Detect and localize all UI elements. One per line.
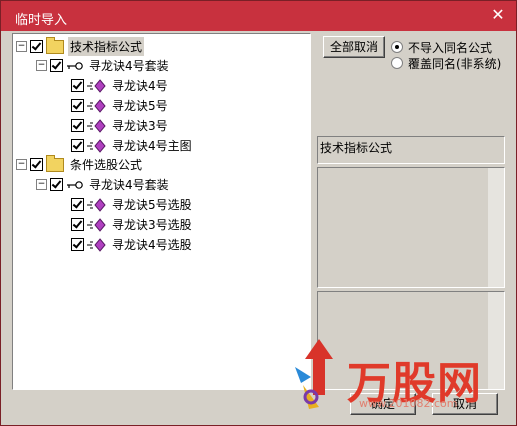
tree-node-label: 技术指标公式 [68, 37, 145, 56]
collapse-icon[interactable]: − [36, 60, 47, 71]
tree-node-label: 寻龙诀4号套装 [89, 59, 169, 73]
description-box[interactable] [317, 167, 505, 288]
tree-node-label: 寻龙诀5号 [112, 99, 168, 113]
tree-checkbox[interactable] [71, 79, 84, 92]
tree-node-formula[interactable]: 寻龙诀4号选股 [71, 235, 194, 254]
tree-checkbox[interactable] [71, 238, 84, 251]
key-icon [67, 180, 83, 189]
tree-checkbox[interactable] [30, 40, 43, 53]
tree-checkbox[interactable] [50, 178, 63, 191]
formula-icon [87, 78, 106, 93]
formula-icon [87, 138, 106, 153]
tree-node-label: 寻龙诀4号套装 [89, 178, 169, 192]
radio-button[interactable] [391, 41, 403, 53]
radio-button[interactable] [391, 57, 403, 69]
tree-checkbox[interactable] [71, 139, 84, 152]
tree-node-formula[interactable]: 寻龙诀4号主图 [71, 136, 194, 155]
tree-checkbox[interactable] [30, 158, 43, 171]
title-bar[interactable]: 临时导入 ✕ [1, 1, 516, 31]
key-icon [67, 61, 83, 70]
option-label: 覆盖同名(非系统) [408, 56, 502, 71]
formula-icon [87, 217, 106, 232]
cancel-button[interactable]: 取消 [432, 393, 498, 415]
window-title: 临时导入 [15, 13, 68, 28]
scrollbar[interactable] [488, 168, 504, 287]
tree-node-folder[interactable]: − 技术指标公式 [16, 36, 145, 56]
formula-icon [87, 237, 106, 252]
tree-node-label: 寻龙诀4号主图 [112, 139, 192, 153]
tree-checkbox[interactable] [71, 119, 84, 132]
tree-node-label: 条件选股公式 [70, 158, 143, 172]
tree-node-formula[interactable]: 寻龙诀3号选股 [71, 215, 194, 234]
option-skip-duplicates[interactable]: 不导入同名公式 [391, 39, 492, 55]
ok-button[interactable]: 确定 [350, 393, 416, 415]
category-label: 技术指标公式 [320, 141, 393, 155]
formula-icon [87, 197, 106, 212]
tree-checkbox[interactable] [71, 198, 84, 211]
tree-node-label: 寻龙诀5号选股 [112, 198, 192, 212]
tree-node-label: 寻龙诀4号 [112, 79, 168, 93]
tree-checkbox[interactable] [71, 99, 84, 112]
collapse-icon[interactable]: − [16, 159, 27, 170]
tree-node-package[interactable]: − 寻龙诀4号套装 [36, 56, 171, 75]
close-icon[interactable]: ✕ [490, 7, 506, 23]
collapse-icon[interactable]: − [36, 179, 47, 190]
tree-node-label: 寻龙诀3号 [112, 119, 168, 133]
formula-icon [87, 118, 106, 133]
formula-icon [87, 98, 106, 113]
scrollbar[interactable] [488, 292, 504, 389]
cancel-all-button[interactable]: 全部取消 [323, 36, 385, 58]
folder-icon [46, 36, 64, 54]
category-label-box: 技术指标公式 [317, 136, 505, 164]
import-dialog: 临时导入 ✕ − 技术指标公式 − 寻龙诀4号套装 寻龙诀4号 寻龙诀5号 寻龙… [0, 0, 517, 426]
preview-box[interactable] [317, 291, 505, 390]
option-overwrite-duplicates[interactable]: 覆盖同名(非系统) [391, 55, 501, 71]
tree-checkbox[interactable] [71, 218, 84, 231]
tree-node-package[interactable]: − 寻龙诀4号套装 [36, 175, 171, 194]
collapse-icon[interactable]: − [16, 41, 27, 52]
formula-tree[interactable]: − 技术指标公式 − 寻龙诀4号套装 寻龙诀4号 寻龙诀5号 寻龙诀3号 寻龙诀… [12, 33, 311, 390]
tree-node-formula[interactable]: 寻龙诀5号选股 [71, 195, 194, 214]
tree-node-formula[interactable]: 寻龙诀3号 [71, 116, 170, 135]
folder-icon [46, 154, 64, 172]
tree-node-label: 寻龙诀3号选股 [112, 218, 192, 232]
tree-node-formula[interactable]: 寻龙诀4号 [71, 76, 170, 95]
tree-checkbox[interactable] [50, 59, 63, 72]
tree-node-label: 寻龙诀4号选股 [112, 238, 192, 252]
tree-node-formula[interactable]: 寻龙诀5号 [71, 96, 170, 115]
tree-node-folder[interactable]: − 条件选股公式 [16, 154, 144, 174]
option-label: 不导入同名公式 [408, 40, 493, 55]
